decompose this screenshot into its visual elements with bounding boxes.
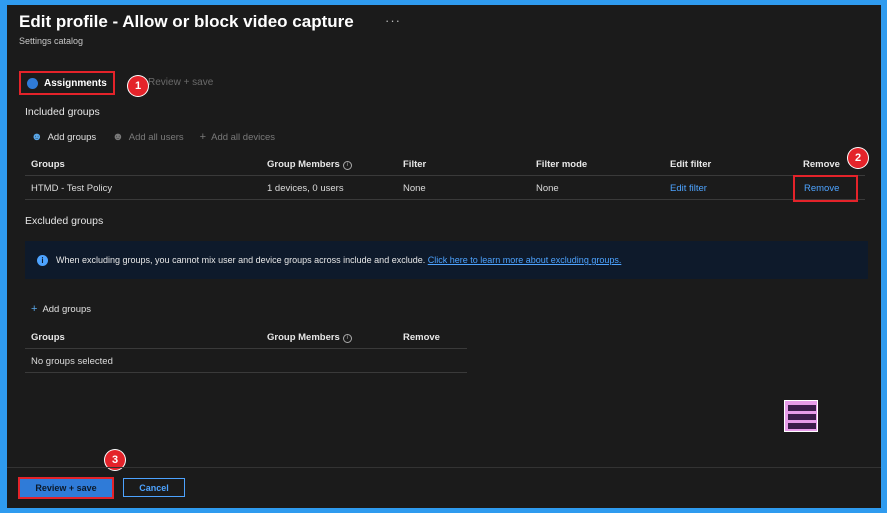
column-filter: Filter	[403, 159, 427, 170]
page-title: Edit profile - Allow or block video capt…	[19, 12, 354, 31]
included-groups-heading: Included groups	[25, 106, 100, 118]
add-all-devices-button[interactable]: + Add all devices	[200, 131, 275, 143]
plus-icon: +	[199, 131, 207, 143]
tab-assignments[interactable]: Assignments	[19, 71, 115, 95]
column-group-members: Group Members i	[267, 159, 352, 170]
footer-divider	[7, 467, 881, 468]
cancel-button[interactable]: Cancel	[123, 478, 185, 497]
users-icon: ☻	[112, 131, 124, 143]
logo-graphic	[788, 405, 816, 429]
learn-more-link[interactable]: Click here to learn more about excluding…	[428, 255, 622, 265]
callout-badge-1: 1	[128, 76, 148, 96]
column-remove: Remove	[803, 159, 840, 170]
add-all-users-button[interactable]: ☻ Add all users	[112, 131, 184, 143]
step-indicator-icon	[27, 77, 38, 89]
table-header: Groups Group Members i Remove	[25, 325, 467, 349]
info-banner: i When excluding groups, you cannot mix …	[25, 241, 868, 279]
table-header: Groups Group Members i Filter Filter mode…	[25, 152, 865, 176]
brand-logo	[784, 400, 818, 432]
app-window: Edit profile - Allow or block video capt…	[7, 5, 881, 508]
excluded-groups-heading: Excluded groups	[25, 215, 104, 227]
info-icon: i	[37, 254, 48, 266]
ellipsis-icon[interactable]: ···	[385, 13, 401, 28]
included-groups-table: Groups Group Members i Filter Filter mode…	[25, 152, 865, 200]
user-add-icon: ☻	[31, 131, 43, 143]
table-row: No groups selected	[25, 349, 467, 373]
review-save-button[interactable]: Review + save	[18, 477, 114, 499]
info-icon: i	[342, 334, 352, 343]
column-group-members: Group Members i	[267, 332, 352, 343]
column-remove: Remove	[403, 332, 440, 343]
remove-highlight-box	[793, 175, 858, 202]
add-groups-button[interactable]: ☻ Add groups	[31, 131, 96, 143]
plus-icon: +	[31, 303, 38, 315]
table-row: HTMD - Test Policy 1 devices, 0 users No…	[25, 176, 865, 200]
excluded-actions: + Add groups	[31, 303, 91, 315]
column-groups: Groups	[31, 332, 65, 343]
edit-filter-link[interactable]: Edit filter	[670, 183, 707, 194]
group-members: 1 devices, 0 users	[267, 183, 344, 194]
filter-value: None	[403, 183, 426, 194]
column-edit-filter: Edit filter	[670, 159, 712, 170]
page-subtitle: Settings catalog	[19, 36, 84, 46]
included-actions: ☻ Add groups ☻ Add all users + Add all d…	[31, 131, 275, 143]
tab-assignments-label: Assignments	[44, 77, 107, 89]
column-groups: Groups	[31, 159, 65, 170]
filter-mode-value: None	[536, 183, 559, 194]
info-icon: i	[342, 161, 352, 170]
empty-state-text: No groups selected	[31, 356, 113, 367]
tab-review-save[interactable]: Review + save	[148, 77, 213, 88]
excluded-groups-table: Groups Group Members i Remove No groups s…	[25, 325, 467, 373]
banner-text: When excluding groups, you cannot mix us…	[56, 255, 622, 265]
group-name: HTMD - Test Policy	[31, 183, 113, 194]
add-excluded-groups-button[interactable]: + Add groups	[31, 303, 91, 315]
column-filter-mode: Filter mode	[536, 159, 588, 170]
